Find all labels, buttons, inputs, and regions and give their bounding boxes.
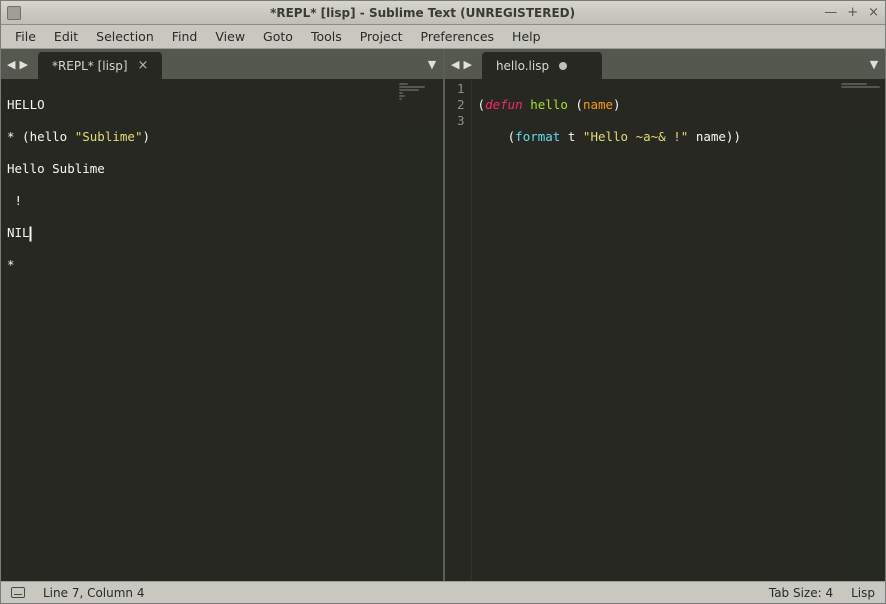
app-window: *REPL* [lisp] - Sublime Text (UNREGISTER… — [0, 0, 886, 604]
panel-switcher-icon[interactable] — [11, 587, 25, 598]
editor-left[interactable]: HELLO * (hello "Sublime") Hello Sublime … — [1, 79, 443, 581]
tab-label: *REPL* [lisp] — [52, 59, 128, 73]
window-title: *REPL* [lisp] - Sublime Text (UNREGISTER… — [21, 6, 824, 20]
repl-line: HELLO — [7, 97, 45, 112]
minimize-button[interactable]: — — [824, 5, 837, 20]
sp — [575, 129, 583, 144]
menu-preferences[interactable]: Preferences — [413, 26, 503, 47]
repl-line: * (hello — [7, 129, 75, 144]
window-controls: — + × — [824, 5, 879, 20]
tab-nav-right: ◀ ▶ — [445, 49, 478, 79]
tab-overflow-icon[interactable]: ▼ — [421, 49, 443, 79]
line-number: 2 — [457, 97, 465, 113]
menu-view[interactable]: View — [207, 26, 253, 47]
tab-nav-left: ◀ ▶ — [1, 49, 34, 79]
paren: ( — [575, 97, 583, 112]
menu-selection[interactable]: Selection — [88, 26, 162, 47]
tab-prev-icon[interactable]: ◀ — [451, 58, 459, 71]
menu-edit[interactable]: Edit — [46, 26, 86, 47]
minimap-right[interactable] — [839, 79, 885, 581]
keyword: defun — [485, 97, 523, 112]
menu-goto[interactable]: Goto — [255, 26, 301, 47]
tab-label: hello.lisp — [496, 59, 549, 73]
tab-next-icon[interactable]: ▶ — [463, 58, 471, 71]
repl-line: ) — [142, 129, 150, 144]
fn-name: hello — [530, 97, 568, 112]
repl-str: "Sublime" — [75, 129, 143, 144]
line-number: 3 — [457, 113, 465, 129]
pane-right: ◀ ▶ hello.lisp ▼ 1 2 3 (defun hello (nam… — [445, 49, 885, 581]
paren: ) — [613, 97, 621, 112]
dirty-indicator-icon — [559, 62, 567, 70]
close-icon[interactable]: × — [138, 58, 149, 73]
menu-project[interactable]: Project — [352, 26, 411, 47]
app-icon — [7, 6, 21, 20]
tab-next-icon[interactable]: ▶ — [19, 58, 27, 71]
menu-help[interactable]: Help — [504, 26, 549, 47]
text-cursor — [30, 227, 31, 241]
tab-prev-icon[interactable]: ◀ — [7, 58, 15, 71]
tabbar-spacer — [162, 49, 421, 79]
indent — [478, 129, 508, 144]
minimap-left[interactable] — [397, 79, 443, 581]
menu-tools[interactable]: Tools — [303, 26, 350, 47]
editor-right[interactable]: 1 2 3 (defun hello (name) (format t "Hel… — [445, 79, 885, 581]
titlebar[interactable]: *REPL* [lisp] - Sublime Text (UNREGISTER… — [1, 1, 885, 25]
repl-line: ! — [7, 193, 22, 208]
paren: )) — [726, 129, 741, 144]
statusbar: Line 7, Column 4 Tab Size: 4 Lisp — [1, 581, 885, 603]
string: "Hello ~a~& !" — [583, 129, 688, 144]
status-tabsize[interactable]: Tab Size: 4 — [769, 586, 833, 600]
line-number: 1 — [457, 81, 465, 97]
tabbar-spacer — [602, 49, 863, 79]
sp — [560, 129, 568, 144]
status-position[interactable]: Line 7, Column 4 — [43, 586, 145, 600]
menubar: File Edit Selection Find View Goto Tools… — [1, 25, 885, 49]
gutter-right: 1 2 3 — [445, 79, 472, 581]
menu-file[interactable]: File — [7, 26, 44, 47]
status-language[interactable]: Lisp — [851, 586, 875, 600]
repl-line: Hello Sublime — [7, 161, 105, 176]
tab-repl[interactable]: *REPL* [lisp] × — [38, 52, 162, 79]
tabbar-right: ◀ ▶ hello.lisp ▼ — [445, 49, 885, 79]
close-button[interactable]: × — [868, 5, 879, 20]
workarea: ◀ ▶ *REPL* [lisp] × ▼ HELLO * (hello "Su… — [1, 49, 885, 581]
menu-find[interactable]: Find — [164, 26, 206, 47]
pane-left: ◀ ▶ *REPL* [lisp] × ▼ HELLO * (hello "Su… — [1, 49, 445, 581]
sp — [688, 129, 696, 144]
repl-content[interactable]: HELLO * (hello "Sublime") Hello Sublime … — [1, 79, 443, 581]
paren: ( — [478, 97, 486, 112]
tabbar-left: ◀ ▶ *REPL* [lisp] × ▼ — [1, 49, 443, 79]
repl-line: * — [7, 257, 15, 272]
tab-hello-lisp[interactable]: hello.lisp — [482, 52, 602, 79]
builtin: format — [515, 129, 560, 144]
tab-overflow-icon[interactable]: ▼ — [863, 49, 885, 79]
param: name — [583, 97, 613, 112]
maximize-button[interactable]: + — [847, 5, 858, 20]
code-right[interactable]: (defun hello (name) (format t "Hello ~a~… — [472, 79, 885, 581]
repl-line: NIL — [7, 225, 30, 240]
arg: name — [696, 129, 726, 144]
